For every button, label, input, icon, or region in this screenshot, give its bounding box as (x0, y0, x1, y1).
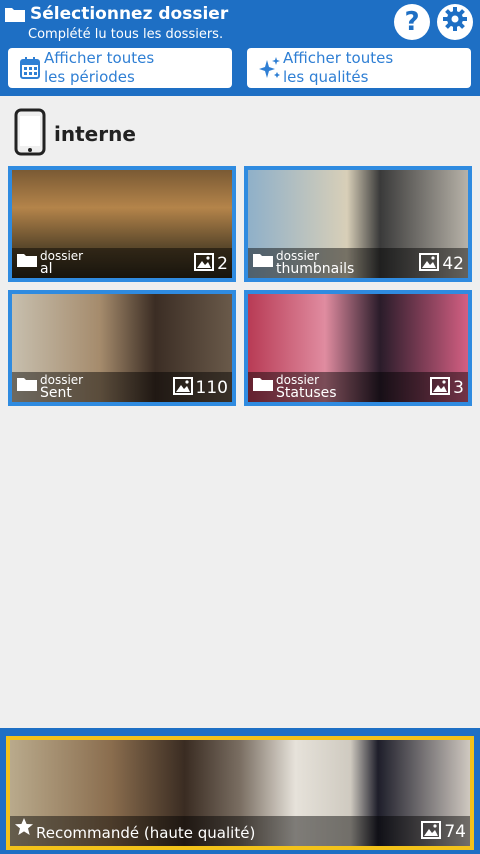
phone-icon (14, 108, 46, 160)
image-icon (421, 821, 442, 843)
header-title-row: Sélectionnez dossier (4, 4, 228, 24)
image-count-value: 74 (444, 822, 466, 842)
gear-icon (442, 6, 468, 39)
show-all-periods-label: Afficher toutes les périodes (44, 49, 155, 86)
image-count-value: 110 (195, 378, 228, 398)
star-icon (14, 817, 34, 841)
sparkle-icon (259, 56, 281, 85)
calendar-icon (20, 56, 40, 85)
folder-name: Sent (40, 385, 72, 401)
folder-tile[interactable]: dossier al 2 (8, 166, 236, 282)
image-count: 3 (430, 377, 464, 399)
image-count: 2 (194, 253, 228, 275)
page-title: Sélectionnez dossier (30, 4, 229, 24)
folder-name: Statuses (276, 385, 337, 401)
settings-button[interactable] (437, 4, 473, 40)
image-icon (172, 377, 193, 399)
image-icon (194, 253, 215, 275)
recommended-tile[interactable]: Recommandé (haute qualité) 74 (6, 736, 474, 850)
image-count: 42 (419, 253, 464, 275)
folder-icon (252, 252, 274, 272)
page-subtitle: Complété lu tous les dossiers. (28, 27, 224, 42)
image-count-value: 42 (442, 254, 464, 274)
storage-section-header: interne (14, 108, 136, 160)
folder-tile[interactable]: dossier Sent 110 (8, 290, 236, 406)
image-icon (419, 253, 440, 275)
image-count-value: 2 (217, 254, 228, 274)
folder-name: al (40, 261, 53, 277)
help-button[interactable]: ? (394, 4, 430, 40)
image-count-value: 3 (453, 378, 464, 398)
folder-name: thumbnails (276, 261, 355, 277)
folder-icon (252, 376, 274, 396)
recommended-panel: Recommandé (haute qualité) 74 (0, 728, 480, 854)
image-count: 110 (172, 377, 228, 399)
image-icon (430, 377, 451, 399)
folder-icon (4, 5, 26, 23)
folder-tile[interactable]: dossier Statuses 3 (244, 290, 472, 406)
app-header: Sélectionnez dossier Complété lu tous le… (0, 0, 480, 96)
show-all-periods-button[interactable]: Afficher toutes les périodes (8, 48, 232, 88)
recommended-label: Recommandé (haute qualité) (36, 824, 256, 842)
image-count: 74 (421, 821, 466, 843)
folder-icon (16, 376, 38, 396)
storage-label: interne (54, 122, 136, 146)
folder-tile[interactable]: dossier thumbnails 42 (244, 166, 472, 282)
help-icon: ? (404, 7, 420, 37)
show-all-qualities-button[interactable]: Afficher toutes les qualités (247, 48, 471, 88)
show-all-qualities-label: Afficher toutes les qualités (283, 49, 394, 86)
folder-icon (16, 252, 38, 272)
